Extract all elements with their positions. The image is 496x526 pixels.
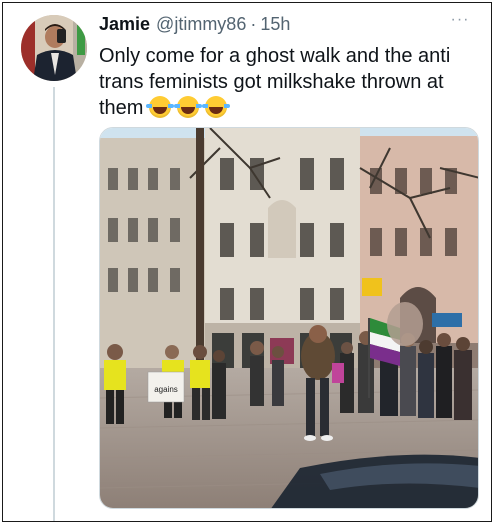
author-name[interactable]: Jamie — [99, 14, 150, 35]
tears-of-joy-icon — [146, 96, 175, 118]
tweet-media-photo[interactable]: agains — [99, 127, 479, 509]
tweet-card: Jamie @jtimmy86 · 15h ··· Only come for … — [2, 2, 492, 522]
street-scene-image: agains — [100, 128, 478, 508]
tweet-timestamp[interactable]: 15h — [260, 14, 290, 35]
more-icon[interactable]: ··· — [449, 12, 471, 29]
tears-of-joy-icon — [202, 96, 231, 118]
avatar-image — [21, 15, 87, 81]
header-separator: · — [250, 14, 257, 34]
avatar[interactable] — [21, 15, 87, 81]
tweet-header: Jamie @jtimmy86 · 15h — [99, 14, 471, 38]
tears-of-joy-icon — [174, 96, 203, 118]
thread-line — [53, 87, 55, 521]
author-handle[interactable]: @jtimmy86 — [156, 14, 246, 35]
tweet-text: Only come for a ghost walk and the anti … — [99, 43, 469, 121]
placard-text: agains — [154, 385, 178, 394]
